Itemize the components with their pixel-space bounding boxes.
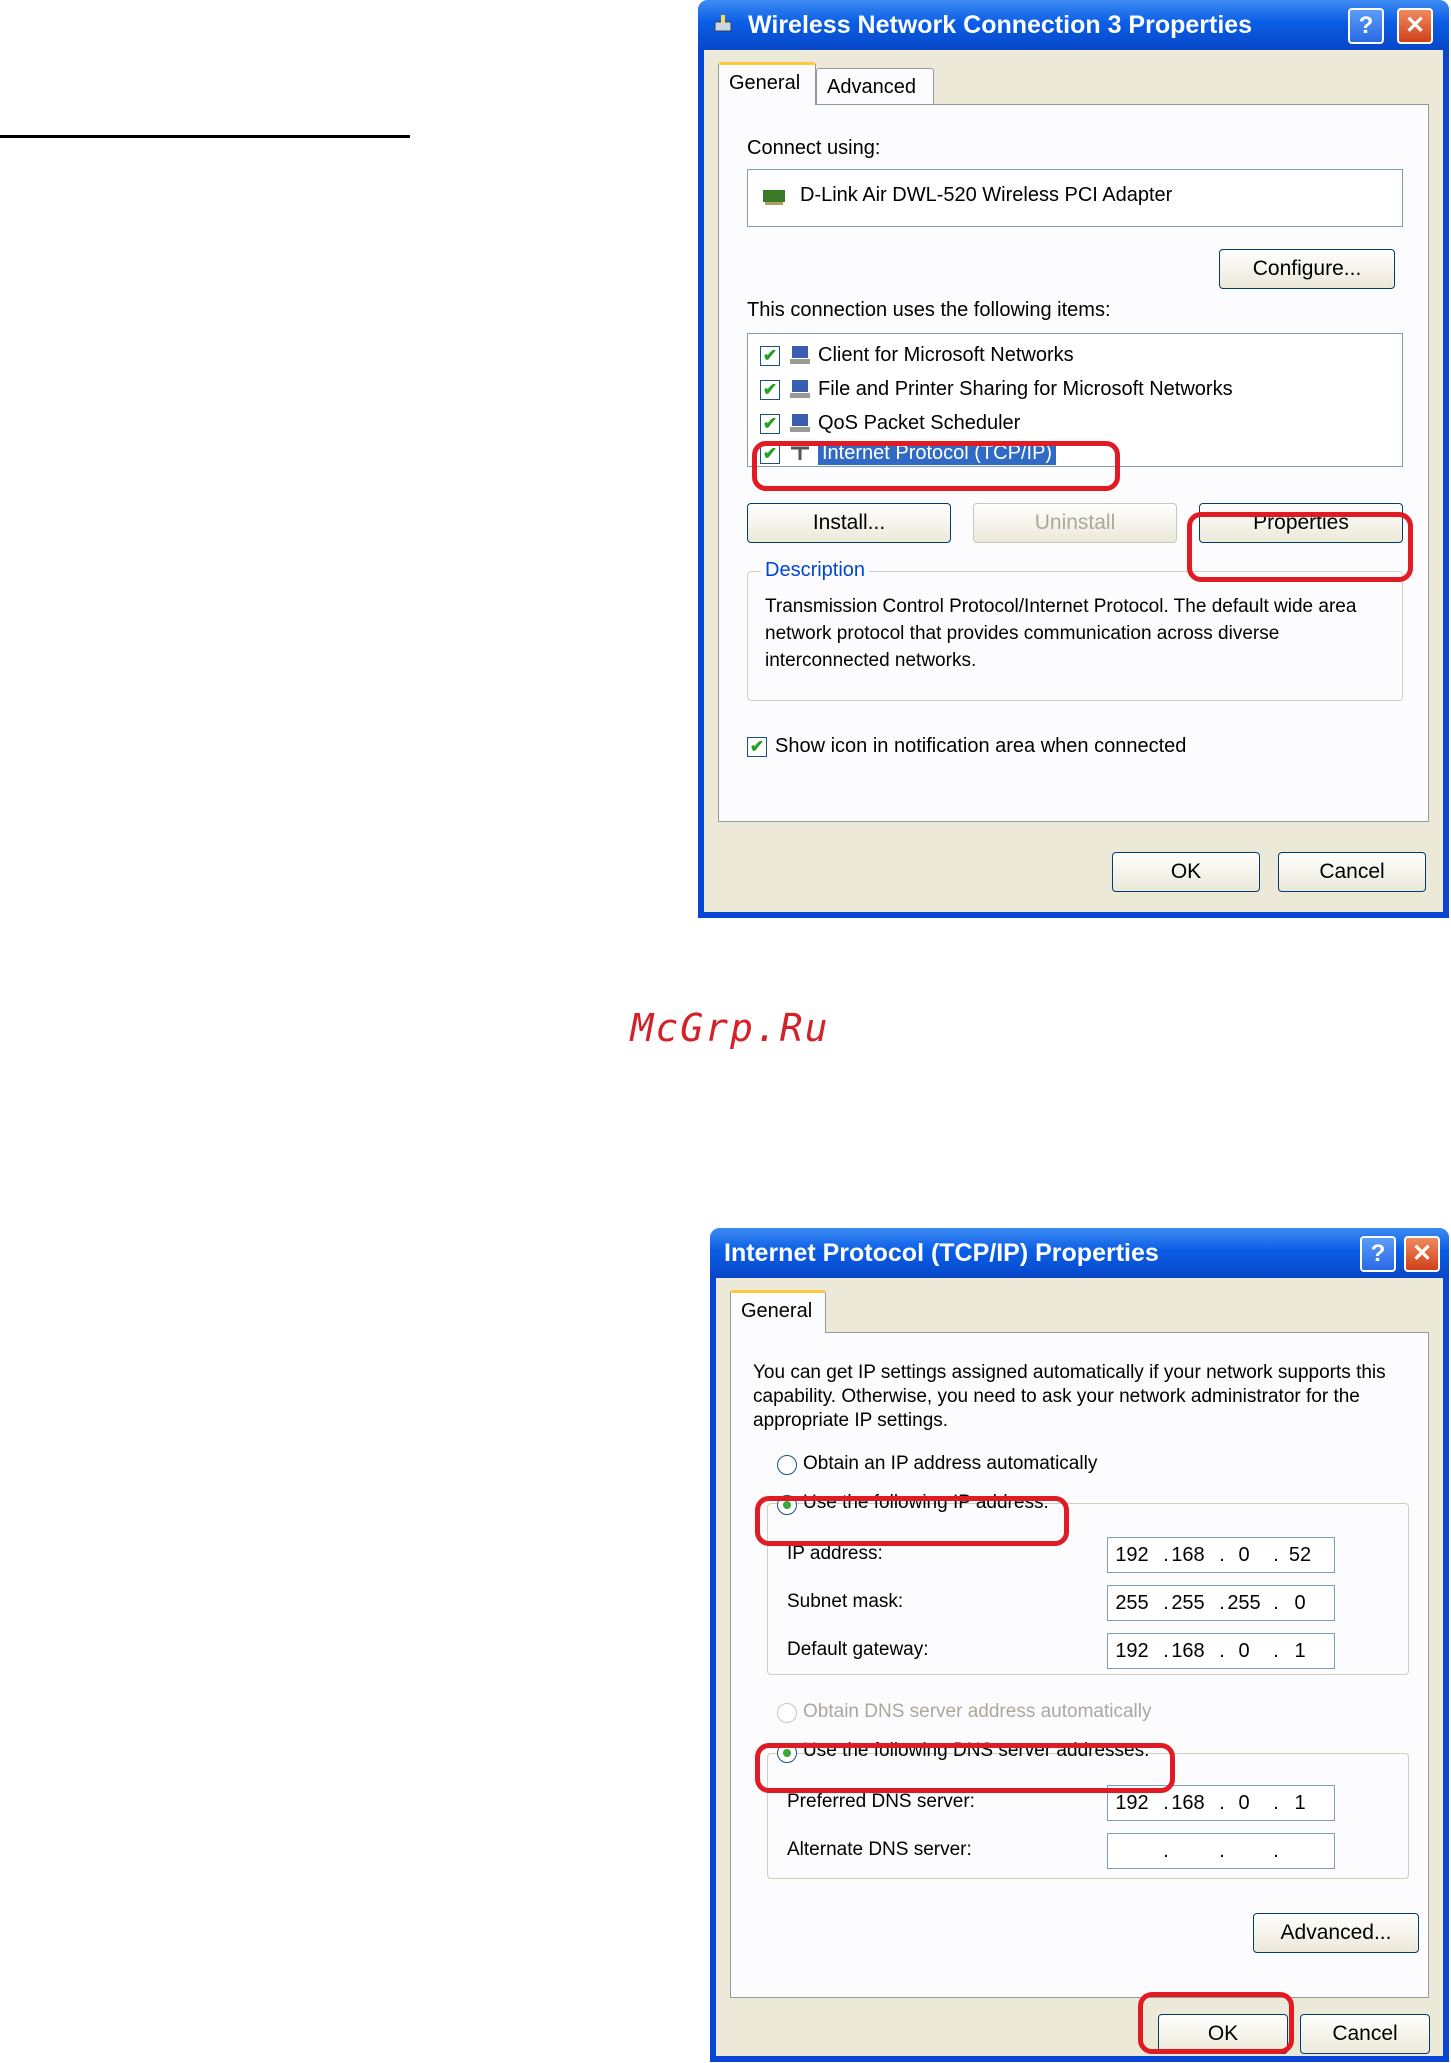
list-item[interactable]: ✔ QoS Packet Scheduler [760, 410, 1380, 440]
tcpip-checkbox[interactable]: ✔ [760, 444, 780, 464]
protocol-icon [791, 446, 809, 460]
ok-button[interactable]: OK [1158, 2014, 1288, 2054]
ip-address-label: IP address: [787, 1543, 883, 1564]
network-connection-icon [714, 15, 732, 32]
list-item-selected[interactable]: ✔ Internet Protocol (TCP/IP) [760, 442, 1380, 466]
ip-address-input[interactable]: 192. 168. 0. 52 [1107, 1537, 1335, 1573]
subnet-mask-label: Subnet mask: [787, 1591, 904, 1612]
tab-general[interactable]: General [730, 1290, 826, 1333]
adapter-name: D-Link Air DWL-520 Wireless PCI Adapter [800, 184, 1173, 206]
tab-general[interactable]: General [718, 62, 816, 105]
wireless-connection-properties-window: Wireless Network Connection 3 Properties… [698, 0, 1449, 918]
network-client-icon [790, 346, 810, 364]
default-gateway-input[interactable]: 192. 168. 0. 1 [1107, 1633, 1335, 1669]
dialog-body: General You can get IP settings assigned… [716, 1278, 1443, 2056]
default-gateway-label: Default gateway: [787, 1639, 929, 1660]
obtain-dns-label: Obtain DNS server address automatically [803, 1701, 1152, 1722]
cancel-button[interactable]: Cancel [1300, 2014, 1430, 2054]
obtain-dns-radio [777, 1703, 797, 1723]
close-button[interactable]: ✕ [1397, 8, 1433, 44]
alternate-dns-label: Alternate DNS server: [787, 1839, 972, 1860]
subnet-mask-input[interactable]: 255. 255. 255. 0 [1107, 1585, 1335, 1621]
list-item[interactable]: ✔ File and Printer Sharing for Microsoft… [760, 376, 1380, 406]
connect-using-label: Connect using: [747, 137, 881, 159]
show-icon-checkbox[interactable]: ✔ [747, 737, 767, 757]
help-button[interactable]: ? [1348, 8, 1384, 44]
item-label: File and Printer Sharing for Microsoft N… [818, 378, 1233, 400]
dialog-body: General Advanced Connect using: D-Link A… [704, 50, 1443, 912]
properties-button[interactable]: Properties [1199, 503, 1403, 543]
file-sharing-icon [790, 380, 810, 398]
close-button[interactable]: ✕ [1404, 1236, 1440, 1272]
title-bar[interactable]: Internet Protocol (TCP/IP) Properties [710, 1228, 1449, 1278]
uninstall-button: Uninstall [973, 503, 1177, 543]
file-sharing-checkbox[interactable]: ✔ [760, 380, 780, 400]
help-button[interactable]: ? [1360, 1236, 1396, 1272]
underline-rule [0, 135, 410, 138]
general-tab-panel: You can get IP settings assigned automat… [730, 1332, 1429, 1998]
intro-text: You can get IP settings assigned automat… [753, 1362, 1386, 1431]
item-label: Client for Microsoft Networks [818, 344, 1074, 366]
items-label: This connection uses the following items… [747, 299, 1111, 321]
window-title: Internet Protocol (TCP/IP) Properties [724, 1239, 1159, 1267]
network-adapter-icon [763, 190, 785, 205]
qos-checkbox[interactable]: ✔ [760, 414, 780, 434]
watermark: McGrp.Ru [630, 1006, 830, 1050]
configure-button[interactable]: Configure... [1219, 249, 1395, 289]
client-checkbox[interactable]: ✔ [760, 346, 780, 366]
preferred-dns-input[interactable]: 192. 168. 0. 1 [1107, 1785, 1335, 1821]
alternate-dns-input[interactable]: . . . [1107, 1833, 1335, 1869]
use-ip-radio[interactable] [777, 1495, 797, 1515]
advanced-button[interactable]: Advanced... [1253, 1913, 1419, 1953]
item-label: Internet Protocol (TCP/IP) [818, 442, 1057, 465]
title-bar[interactable]: Wireless Network Connection 3 Properties [698, 0, 1449, 50]
show-icon-label: Show icon in notification area when conn… [775, 735, 1187, 757]
adapter-field: D-Link Air DWL-520 Wireless PCI Adapter [747, 169, 1403, 227]
qos-scheduler-icon [790, 414, 810, 432]
use-dns-radio[interactable] [777, 1743, 797, 1763]
general-tab-panel: Connect using: D-Link Air DWL-520 Wirele… [718, 104, 1429, 822]
description-label: Description [761, 559, 870, 582]
cancel-button[interactable]: Cancel [1278, 852, 1426, 892]
install-button[interactable]: Install... [747, 503, 951, 543]
tcpip-properties-window: Internet Protocol (TCP/IP) Properties ? … [710, 1228, 1449, 2062]
use-ip-label: Use the following IP address: [803, 1492, 1049, 1513]
components-list: ✔ Client for Microsoft Networks ✔ File a… [747, 333, 1403, 467]
obtain-ip-label: Obtain an IP address automatically [803, 1453, 1098, 1474]
preferred-dns-label: Preferred DNS server: [787, 1791, 975, 1812]
tab-advanced[interactable]: Advanced [816, 68, 934, 104]
list-item[interactable]: ✔ Client for Microsoft Networks [760, 342, 1380, 372]
obtain-ip-radio[interactable] [777, 1455, 797, 1475]
item-label: QoS Packet Scheduler [818, 412, 1021, 434]
ok-button[interactable]: OK [1112, 852, 1260, 892]
use-dns-label: Use the following DNS server addresses: [803, 1740, 1150, 1761]
window-title: Wireless Network Connection 3 Properties [748, 11, 1253, 39]
description-text: Transmission Control Protocol/Internet P… [765, 596, 1357, 671]
